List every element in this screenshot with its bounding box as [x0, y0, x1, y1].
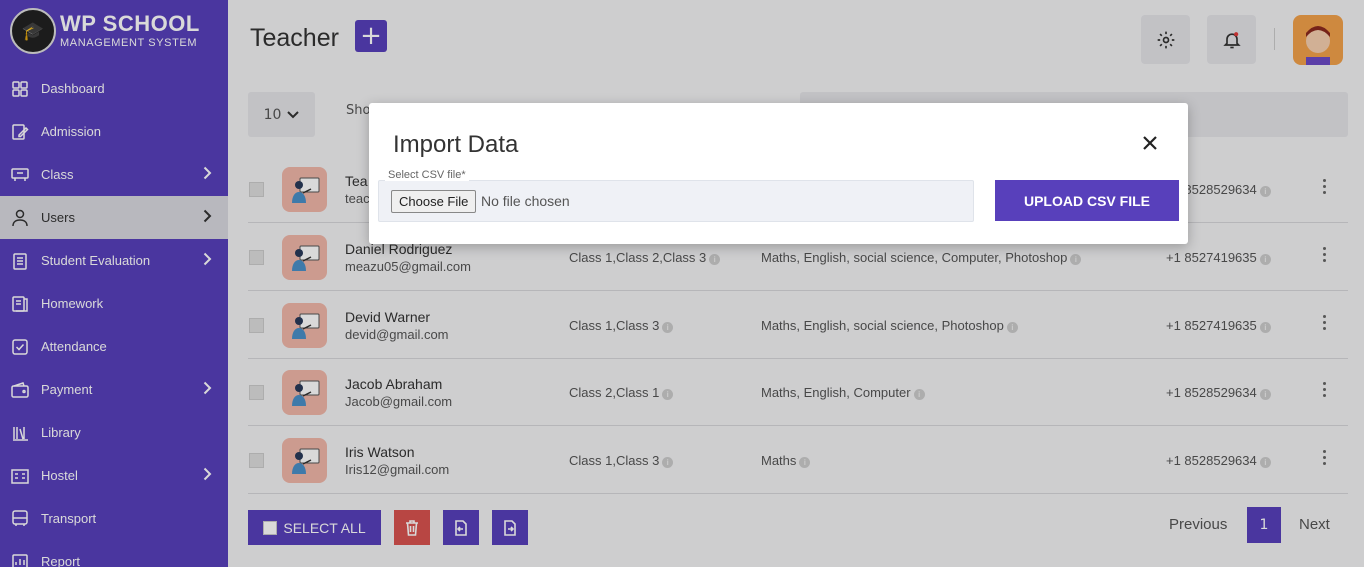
upload-csv-button[interactable]: UPLOAD CSV FILE [995, 180, 1179, 221]
csv-file-label: Select CSV file* [385, 169, 469, 181]
file-status-text: No file chosen [481, 193, 570, 209]
modal-backdrop[interactable] [0, 0, 1364, 567]
close-icon [1143, 136, 1157, 150]
close-button[interactable] [1140, 133, 1160, 153]
csv-file-field[interactable]: Choose File No file chosen [378, 180, 974, 222]
modal-title: Import Data [393, 131, 519, 158]
choose-file-button[interactable]: Choose File [391, 190, 477, 213]
import-data-modal: Import Data Choose File No file chosen S… [369, 103, 1188, 244]
